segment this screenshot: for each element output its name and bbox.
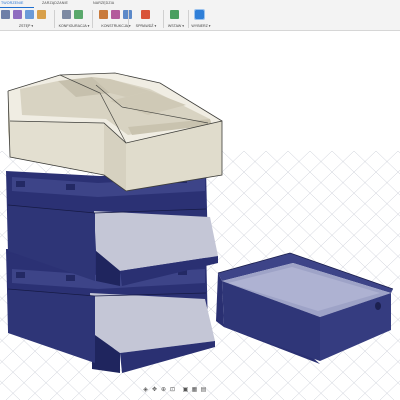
zoom-icon[interactable]: ⊕ — [160, 387, 167, 394]
active-tab-indicator — [0, 7, 34, 8]
parameters-icon[interactable] — [62, 10, 71, 19]
display-icon[interactable]: ▣ — [182, 387, 189, 394]
group-label-sprawdz: SPRAWDŹ ▾ — [135, 24, 157, 28]
group-zstep[interactable]: ZSTĘP ▾ — [0, 9, 52, 29]
axis-icon[interactable] — [111, 10, 120, 19]
tab-tworzenie[interactable]: TWORZENIE — [1, 1, 23, 5]
measure-icon[interactable] — [141, 10, 150, 19]
extrude-icon[interactable] — [13, 10, 22, 19]
orbit-icon[interactable]: ◈ — [142, 387, 149, 394]
group-label-konfiguracja: KONFIGURACJA ▾ — [58, 24, 90, 28]
insert-icon[interactable] — [170, 10, 179, 19]
sweep-icon[interactable] — [37, 10, 46, 19]
toolbar-ribbon: TWORZENIE ZARZĄDZANIE NARZĘDZIA ZSTĘP ▾ … — [0, 0, 400, 31]
group-label-wybierz: WYBIERZ ▾ — [191, 24, 211, 28]
group-wybierz[interactable]: WYBIERZ ▾ — [189, 9, 213, 29]
view-icon[interactable]: ▤ — [200, 387, 207, 394]
revolve-icon[interactable] — [25, 10, 34, 19]
table-icon[interactable] — [74, 10, 83, 19]
tab-zarzadzanie[interactable]: ZARZĄDZANIE — [42, 1, 68, 5]
group-konfiguracja[interactable]: KONFIGURACJA ▾ — [58, 9, 90, 29]
group-sprawdz[interactable]: SPRAWDŹ ▾ — [131, 9, 161, 29]
3d-viewport[interactable] — [0, 31, 400, 400]
group-label-zstep: ZSTĘP ▾ — [18, 24, 34, 28]
navigation-toolbar: ◈ ✥ ⊕ ⊡ ▣ ▦ ▤ — [142, 387, 260, 397]
group-wstaw[interactable]: WSTAW ▾ — [164, 9, 188, 29]
tab-narzedzia[interactable]: NARZĘDZIA — [93, 1, 114, 5]
cad-application: TWORZENIE ZARZĄDZANIE NARZĘDZIA ZSTĘP ▾ … — [0, 0, 400, 400]
sketch-icon[interactable] — [1, 10, 10, 19]
divider — [92, 10, 93, 28]
group-label-wstaw: WSTAW ▾ — [167, 24, 185, 28]
grid-icon[interactable]: ▦ — [191, 387, 198, 394]
divider — [54, 10, 55, 28]
group-konstrukcja[interactable]: KONSTRUKCJA ▾ — [96, 9, 136, 29]
select-icon[interactable] — [194, 9, 205, 20]
divider — [128, 10, 129, 28]
grid-line — [357, 359, 400, 400]
plane-icon[interactable] — [99, 10, 108, 19]
model-canvas[interactable] — [0, 31, 400, 400]
group-label-konstrukcja: KONSTRUKCJA ▾ — [101, 24, 131, 28]
fit-icon[interactable]: ⊡ — [169, 387, 176, 394]
pan-icon[interactable]: ✥ — [151, 387, 158, 394]
grid-line — [375, 150, 400, 175]
navy-tray[interactable] — [216, 252, 394, 364]
